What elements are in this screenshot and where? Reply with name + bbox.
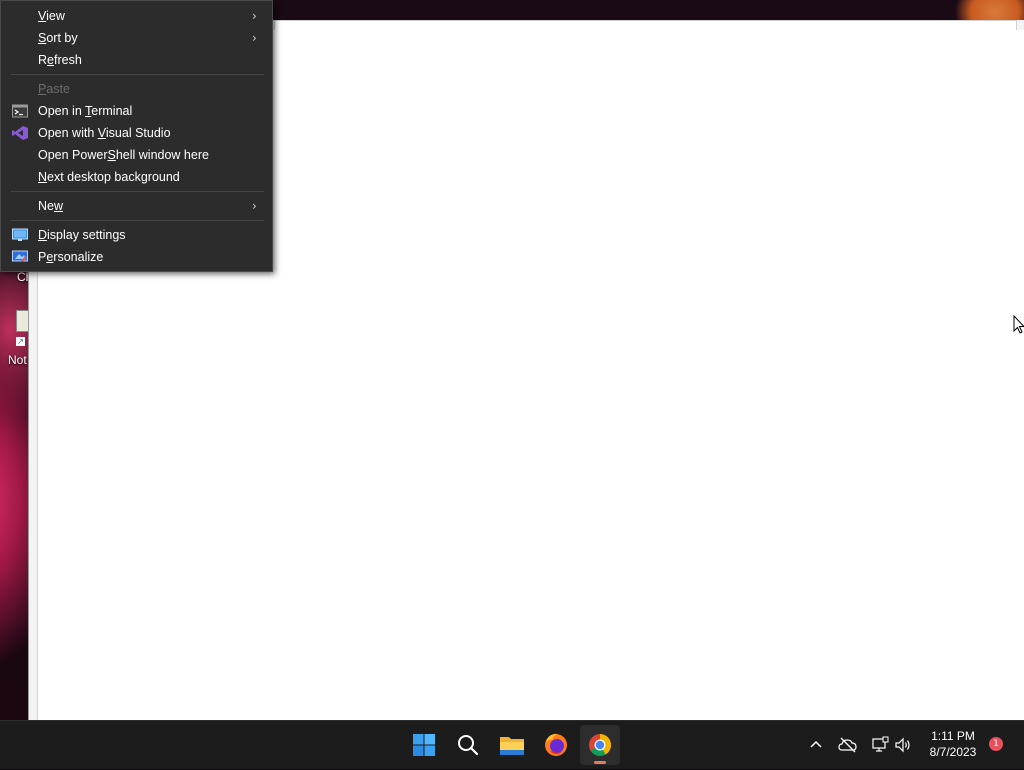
menu-item-open-in-terminal[interactable]: Open in Terminal <box>2 100 272 122</box>
shortcut-arrow-icon: ↗ <box>16 337 25 346</box>
menu-item-view[interactable]: View › <box>2 5 272 27</box>
mouse-cursor-icon <box>1013 315 1024 334</box>
menu-item-sort-by[interactable]: Sort by › <box>2 27 272 49</box>
menu-separator <box>11 191 264 192</box>
desktop-context-menu: View › Sort by › Refresh Paste Open in T… <box>0 0 273 272</box>
firefox-icon <box>545 733 567 756</box>
clock-time: 1:11 PM <box>931 729 975 743</box>
desktop-icon-label[interactable]: Not <box>8 353 27 367</box>
menu-item-new[interactable]: New › <box>2 195 272 217</box>
visual-studio-icon <box>12 126 28 140</box>
file-explorer-icon <box>500 737 524 755</box>
clock-date: 8/7/2023 <box>929 745 977 759</box>
chevron-up-icon[interactable] <box>808 737 824 753</box>
notification-badge[interactable]: 1 <box>989 737 1003 751</box>
menu-separator <box>11 220 264 221</box>
taskbar: 1:11 PM 8/7/2023 <box>0 720 1024 769</box>
search-button[interactable] <box>448 725 488 765</box>
firefox-button[interactable] <box>536 725 576 765</box>
windows-start-icon <box>413 734 435 756</box>
clock[interactable]: 1:11 PM 8/7/2023 <box>918 728 988 762</box>
chrome-button[interactable] <box>580 725 620 765</box>
menu-separator <box>11 74 264 75</box>
chevron-right-icon: › <box>252 31 257 45</box>
file-explorer-button[interactable] <box>492 725 532 765</box>
display-settings-icon <box>12 228 28 241</box>
menu-item-personalize[interactable]: Personalize <box>2 246 272 268</box>
chevron-right-icon: › <box>252 199 257 213</box>
personalize-icon <box>12 250 28 262</box>
menu-item-next-desktop-background[interactable]: Next desktop background <box>2 166 272 188</box>
menu-item-refresh[interactable]: Refresh <box>2 49 272 71</box>
search-icon <box>458 735 479 756</box>
start-button[interactable] <box>404 725 444 765</box>
volume-icon[interactable] <box>894 736 912 754</box>
network-icon[interactable] <box>871 736 889 754</box>
terminal-icon <box>12 104 28 118</box>
menu-item-open-with-visual-studio[interactable]: Open with Visual Studio <box>2 122 272 144</box>
menu-item-display-settings[interactable]: Display settings <box>2 224 272 246</box>
onedrive-offline-icon[interactable] <box>838 736 858 754</box>
menu-item-open-powershell[interactable]: Open PowerShell window here <box>2 144 272 166</box>
chrome-icon <box>589 734 611 756</box>
chevron-right-icon: › <box>252 9 257 23</box>
active-app-indicator <box>594 761 606 764</box>
menu-item-paste: Paste <box>38 82 70 96</box>
